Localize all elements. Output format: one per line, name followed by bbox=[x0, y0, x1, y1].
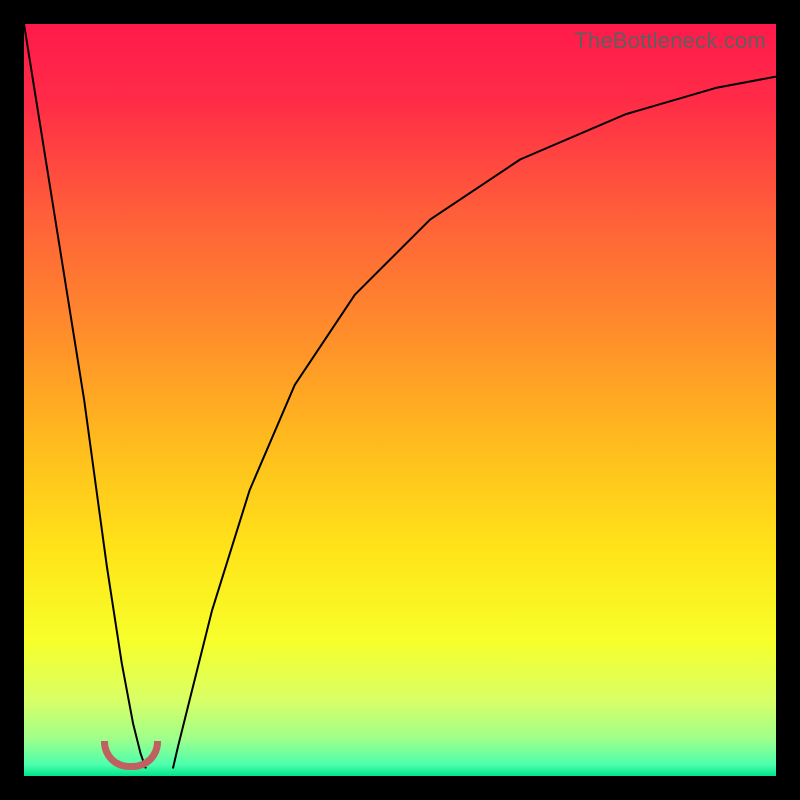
curve-layer bbox=[24, 24, 776, 776]
series-right-branch bbox=[173, 77, 776, 769]
plot-area: TheBottleneck.com bbox=[24, 24, 776, 776]
chart-frame: TheBottleneck.com bbox=[0, 0, 800, 800]
series-left-branch bbox=[24, 24, 146, 768]
watermark-text: TheBottleneck.com bbox=[574, 28, 766, 54]
